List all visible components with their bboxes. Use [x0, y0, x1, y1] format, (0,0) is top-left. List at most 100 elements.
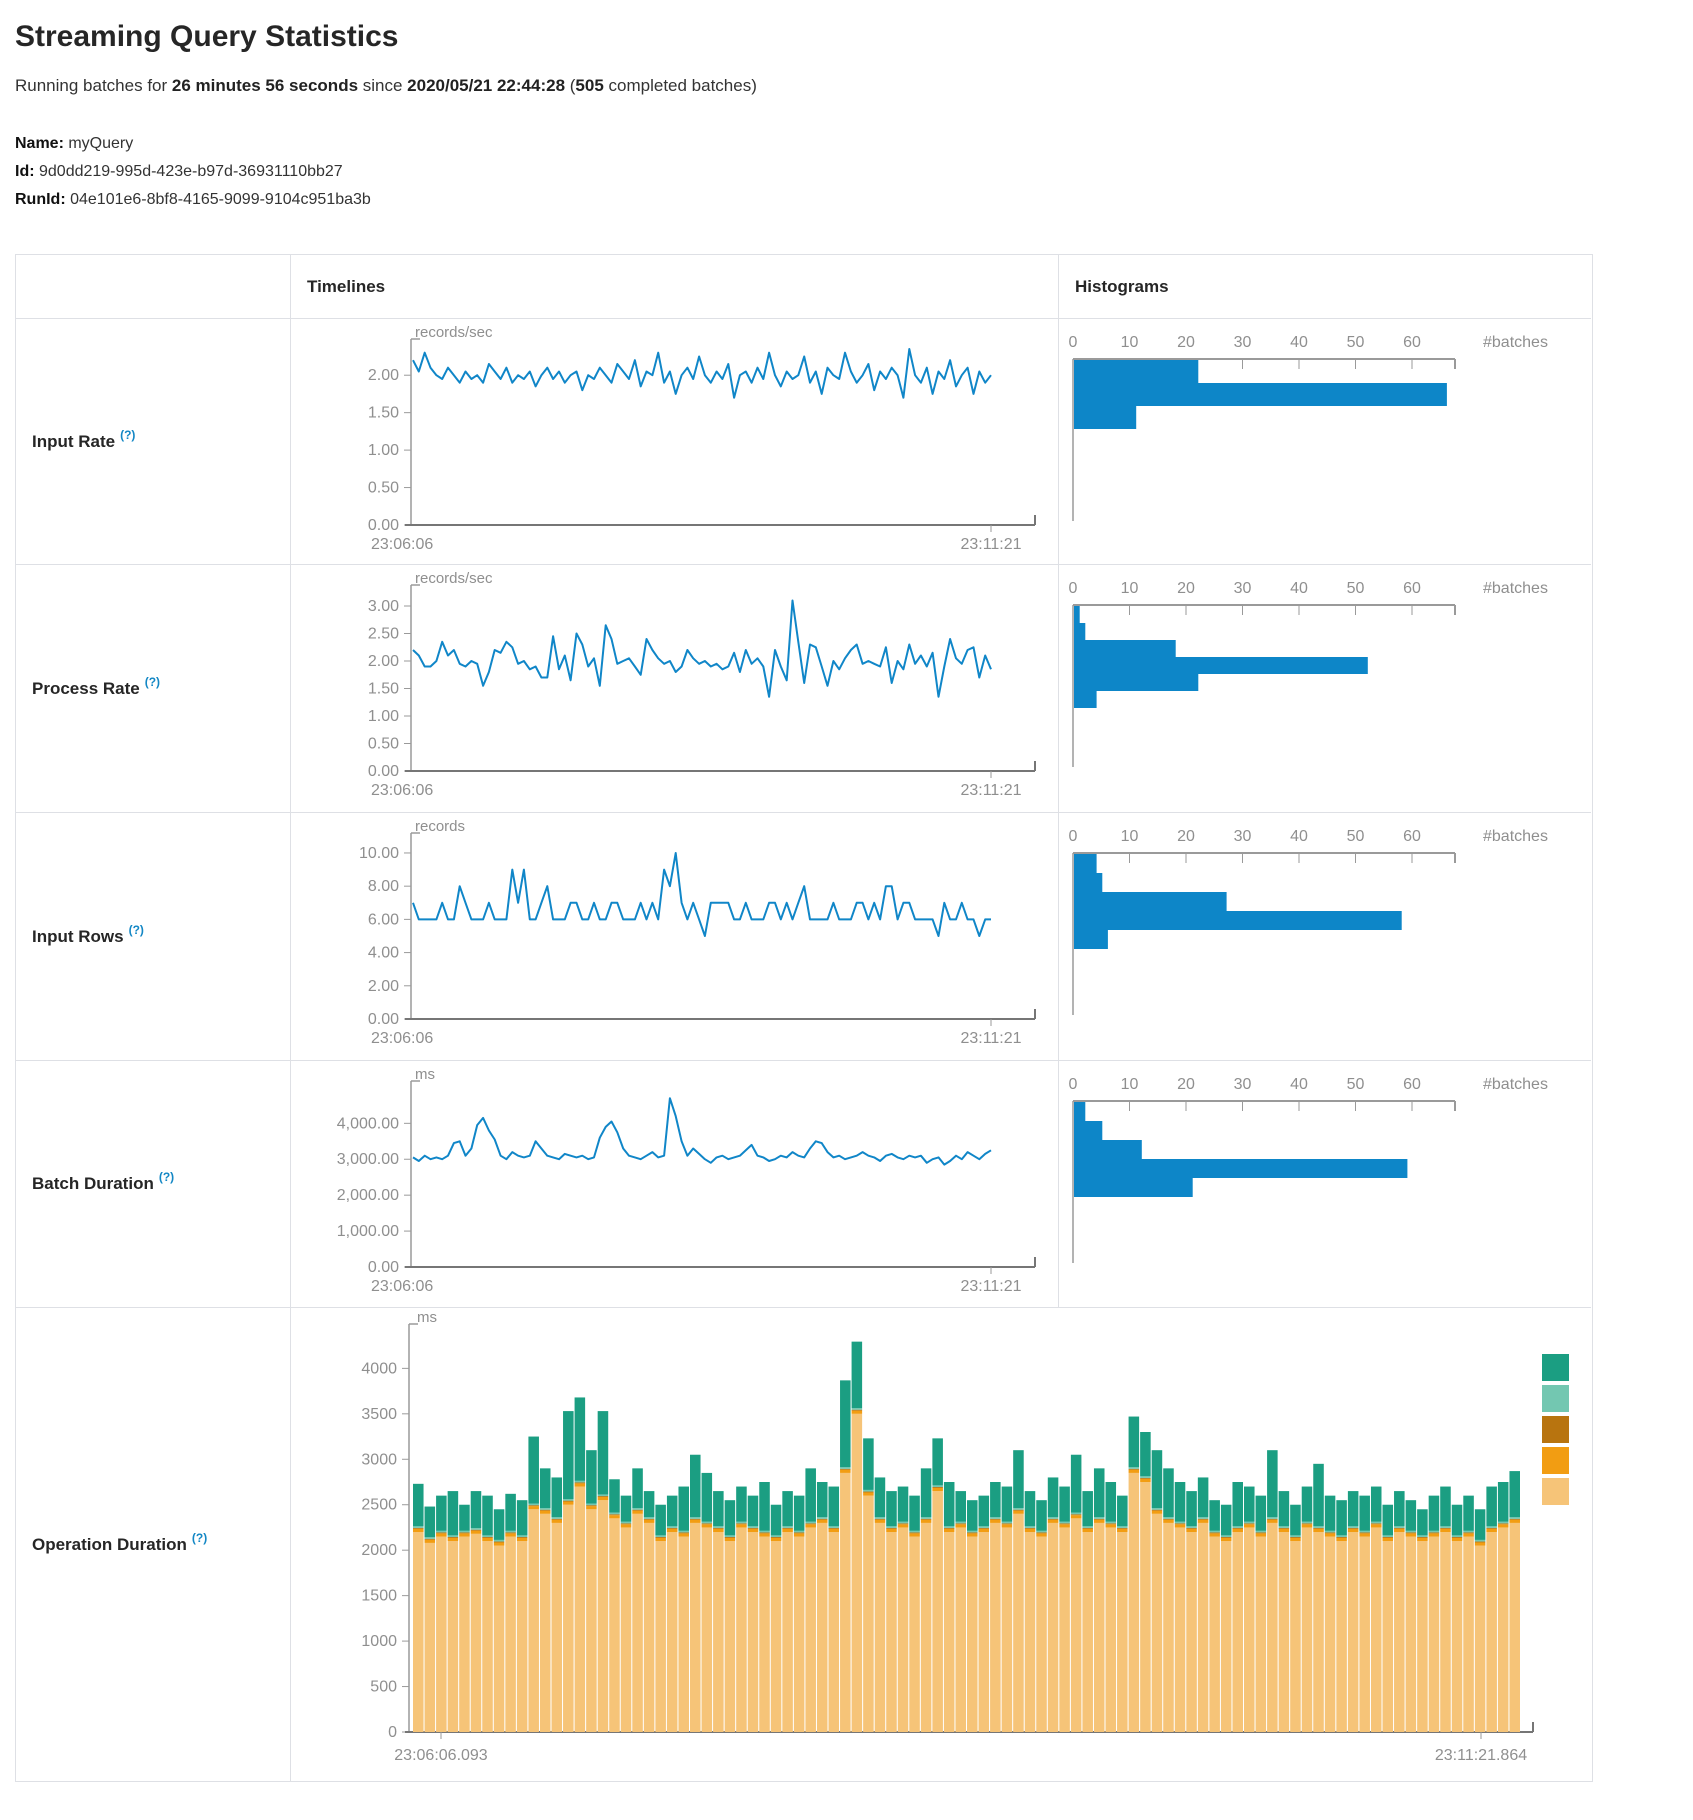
svg-text:records: records	[415, 818, 465, 835]
process-rate-timeline-chart: records/sec3.002.502.001.501.000.500.002…	[291, 565, 1057, 809]
svg-text:0: 0	[1069, 828, 1078, 845]
svg-text:0: 0	[388, 1724, 397, 1741]
svg-text:60: 60	[1403, 828, 1421, 845]
input-rows-timeline-cell: records10.008.006.004.002.000.0023:06:06…	[290, 812, 1058, 1060]
row-label-input-rate: Input Rate (?)	[16, 318, 290, 564]
svg-text:23:11:21: 23:11:21	[960, 782, 1021, 799]
svg-text:records/sec: records/sec	[415, 570, 493, 587]
input-rows-timeline-chart: records10.008.006.004.002.000.0023:06:06…	[291, 813, 1057, 1057]
legend-swatch	[1542, 1385, 1569, 1412]
histograms-header-label: Histograms	[1075, 277, 1169, 297]
name-label: Name:	[15, 135, 64, 152]
operation-duration-legend	[1542, 1354, 1569, 1509]
svg-text:40: 40	[1290, 828, 1308, 845]
batch-duration-timeline-chart: ms4,000.003,000.002,000.001,000.000.0023…	[291, 1061, 1057, 1305]
svg-text:#batches: #batches	[1483, 580, 1548, 597]
streaming-query-statistics-page: Streaming Query Statistics Running batch…	[0, 0, 1693, 1782]
svg-text:60: 60	[1403, 334, 1421, 351]
svg-text:10.00: 10.00	[359, 845, 399, 862]
svg-text:0.00: 0.00	[368, 1011, 399, 1028]
svg-text:1500: 1500	[361, 1588, 397, 1605]
help-icon[interactable]: (?)	[192, 1531, 207, 1545]
svg-text:10: 10	[1121, 580, 1139, 597]
svg-text:60: 60	[1403, 580, 1421, 597]
help-icon[interactable]: (?)	[120, 428, 135, 442]
help-icon[interactable]: (?)	[145, 675, 160, 689]
svg-text:4000: 4000	[361, 1360, 397, 1377]
svg-text:3,000.00: 3,000.00	[337, 1151, 399, 1168]
svg-text:40: 40	[1290, 334, 1308, 351]
svg-text:23:06:06.093: 23:06:06.093	[394, 1747, 488, 1764]
svg-text:40: 40	[1290, 580, 1308, 597]
svg-text:23:11:21: 23:11:21	[960, 1278, 1021, 1295]
input-rows-histogram-cell: 0102030405060#batches	[1058, 812, 1591, 1060]
page-title: Streaming Query Statistics	[15, 20, 1693, 54]
svg-text:1000: 1000	[361, 1633, 397, 1650]
svg-text:1,000.00: 1,000.00	[337, 1223, 399, 1240]
svg-text:0: 0	[1069, 1076, 1078, 1093]
svg-text:1.00: 1.00	[368, 708, 399, 725]
since-word: since	[358, 76, 407, 95]
input-rows-histogram-chart: 0102030405060#batches	[1059, 813, 1590, 1057]
batch-duration-timeline-cell: ms4,000.003,000.002,000.001,000.000.0023…	[290, 1060, 1058, 1307]
svg-text:30: 30	[1234, 828, 1252, 845]
query-runid-line: RunId: 04e101e6-8bf8-4165-9099-9104c951b…	[15, 186, 1693, 214]
help-icon[interactable]: (?)	[129, 923, 144, 937]
query-id-line: Id: 9d0dd219-995d-423e-b97d-36931110bb27	[15, 158, 1693, 186]
help-icon[interactable]: (?)	[159, 1170, 174, 1184]
start-time: 2020/05/21 22:44:28	[407, 76, 565, 95]
svg-text:ms: ms	[417, 1309, 437, 1326]
running-prefix: Running batches for	[15, 76, 172, 95]
name-value: myQuery	[64, 135, 133, 152]
svg-text:50: 50	[1347, 334, 1365, 351]
svg-text:0: 0	[1069, 334, 1078, 351]
svg-text:1.50: 1.50	[368, 681, 399, 698]
legend-swatch	[1542, 1478, 1569, 1505]
svg-text:20: 20	[1177, 1076, 1195, 1093]
completed-batches-count: 505	[575, 76, 603, 95]
svg-text:2.50: 2.50	[368, 626, 399, 643]
svg-text:30: 30	[1234, 580, 1252, 597]
svg-text:2,000.00: 2,000.00	[337, 1187, 399, 1204]
svg-text:3500: 3500	[361, 1406, 397, 1423]
svg-text:20: 20	[1177, 580, 1195, 597]
svg-text:23:06:06: 23:06:06	[371, 536, 433, 553]
completed-suffix: completed batches)	[604, 76, 757, 95]
timelines-header-label: Timelines	[307, 277, 385, 297]
operation-duration-cell: ms4000350030002500200015001000500023:06:…	[290, 1307, 1591, 1781]
legend-swatch	[1542, 1416, 1569, 1443]
svg-text:30: 30	[1234, 1076, 1252, 1093]
svg-text:#batches: #batches	[1483, 828, 1548, 845]
svg-text:23:11:21.864: 23:11:21.864	[1435, 1747, 1527, 1764]
runid-label: RunId:	[15, 191, 66, 208]
row-label-process-rate: Process Rate (?)	[16, 564, 290, 812]
row-label-operation-duration: Operation Duration(?)	[16, 1307, 290, 1781]
query-name-line: Name: myQuery	[15, 130, 1693, 158]
paren-open: (	[565, 76, 575, 95]
input-rate-timeline-chart: records/sec2.001.501.000.500.0023:06:062…	[291, 319, 1057, 563]
svg-text:0.00: 0.00	[368, 1259, 399, 1276]
svg-text:0.00: 0.00	[368, 517, 399, 534]
svg-text:4.00: 4.00	[368, 945, 399, 962]
process-rate-label: Process Rate	[32, 679, 140, 699]
svg-text:2.00: 2.00	[368, 978, 399, 995]
running-duration: 26 minutes 56 seconds	[172, 76, 358, 95]
svg-text:50: 50	[1347, 580, 1365, 597]
legend-swatch	[1542, 1447, 1569, 1474]
svg-text:1.00: 1.00	[368, 442, 399, 459]
svg-text:0.50: 0.50	[368, 480, 399, 497]
svg-text:10: 10	[1121, 334, 1139, 351]
svg-text:1.50: 1.50	[368, 405, 399, 422]
svg-text:3000: 3000	[361, 1451, 397, 1468]
svg-text:records/sec: records/sec	[415, 324, 493, 341]
svg-text:#batches: #batches	[1483, 1076, 1548, 1093]
svg-text:0.50: 0.50	[368, 736, 399, 753]
input-rate-histogram-chart: 0102030405060#batches	[1059, 319, 1590, 563]
statistics-table: Timelines Histograms Input Rate (?) recor…	[15, 254, 1593, 1782]
input-rate-label: Input Rate	[32, 432, 115, 452]
legend-swatch	[1542, 1354, 1569, 1381]
batch-duration-label: Batch Duration	[32, 1174, 154, 1194]
svg-text:#batches: #batches	[1483, 334, 1548, 351]
timelines-column-header: Timelines	[290, 255, 1058, 318]
svg-text:23:06:06: 23:06:06	[371, 782, 433, 799]
